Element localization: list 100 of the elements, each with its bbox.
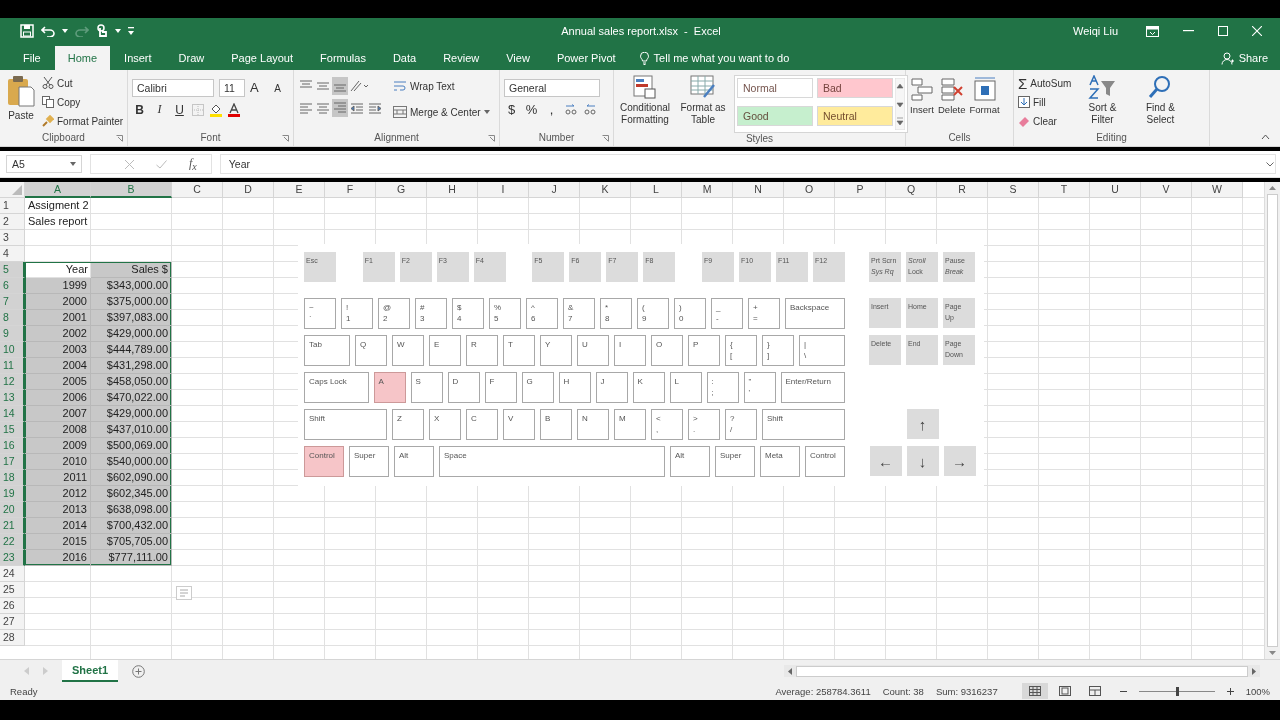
row-header[interactable]: 27: [0, 614, 25, 630]
format-painter-button[interactable]: Format Painter: [42, 112, 124, 130]
paste-button[interactable]: Paste: [4, 73, 38, 124]
column-header[interactable]: G: [376, 182, 427, 198]
row-header[interactable]: 10: [0, 342, 25, 358]
comma-style-button[interactable]: ,: [544, 102, 559, 117]
name-box[interactable]: A5: [6, 155, 82, 173]
merge-center-button[interactable]: Merge & Center: [393, 103, 490, 121]
column-header[interactable]: L: [631, 182, 682, 198]
find-select-button[interactable]: Find & Select: [1133, 73, 1188, 128]
ribbon-tab[interactable]: Draw: [165, 46, 218, 70]
insert-function-button[interactable]: f$_{x}$: [189, 155, 197, 173]
column-header[interactable]: N: [733, 182, 784, 198]
row-header[interactable]: 1: [0, 198, 25, 214]
row-header[interactable]: 3: [0, 230, 25, 246]
row-header[interactable]: 20: [0, 502, 25, 518]
fill-button[interactable]: Fill: [1018, 93, 1072, 111]
cell-style-tile[interactable]: Neutral: [817, 106, 893, 126]
column-header[interactable]: T: [1039, 182, 1090, 198]
column-header[interactable]: M: [682, 182, 733, 198]
tell-me-search[interactable]: Tell me what you want to do: [639, 46, 790, 70]
copy-button[interactable]: Copy: [42, 93, 124, 111]
column-header[interactable]: A: [25, 182, 91, 198]
user-name[interactable]: Weiqi Liu: [1072, 25, 1118, 37]
ribbon-tab[interactable]: Insert: [111, 46, 165, 70]
wrap-text-button[interactable]: Wrap Text: [393, 77, 490, 95]
column-header[interactable]: I: [478, 182, 529, 198]
ribbon-tab[interactable]: Page Layout: [218, 46, 307, 70]
ribbon-tab[interactable]: Formulas: [307, 46, 379, 70]
column-header[interactable]: V: [1141, 182, 1192, 198]
row-header[interactable]: 24: [0, 566, 25, 582]
ribbon-tab[interactable]: View: [493, 46, 543, 70]
row-header[interactable]: 6: [0, 278, 25, 294]
sort-filter-button[interactable]: Sort & Filter: [1075, 73, 1130, 128]
sheet-tab[interactable]: Sheet1: [62, 660, 119, 682]
row-header[interactable]: 2: [0, 214, 25, 230]
column-header[interactable]: U: [1090, 182, 1141, 198]
cells-button[interactable]: Format: [969, 73, 1000, 120]
clear-button[interactable]: Clear: [1018, 112, 1072, 130]
font-size-dropdown[interactable]: 11: [219, 79, 245, 97]
cells-button[interactable]: Delete: [938, 73, 966, 120]
row-header[interactable]: 16: [0, 438, 25, 454]
font-name-dropdown[interactable]: Calibri: [132, 79, 214, 97]
cells-button[interactable]: Insert: [910, 73, 934, 120]
row-header[interactable]: 23: [0, 550, 25, 566]
row-header[interactable]: 28: [0, 630, 25, 646]
formula-input[interactable]: Year: [219, 154, 1276, 174]
bold-button[interactable]: B: [132, 102, 147, 117]
column-header[interactable]: J: [529, 182, 580, 198]
column-header[interactable]: E: [274, 182, 325, 198]
column-header[interactable]: C: [172, 182, 223, 198]
row-header[interactable]: 8: [0, 310, 25, 326]
row-header[interactable]: 19: [0, 486, 25, 502]
row-header[interactable]: 5: [0, 262, 25, 278]
column-header[interactable]: Q: [886, 182, 937, 198]
row-header[interactable]: 13: [0, 390, 25, 406]
column-header[interactable]: P: [835, 182, 886, 198]
percent-button[interactable]: %: [524, 102, 539, 117]
increase-font-size-button[interactable]: A: [250, 80, 265, 96]
row-header[interactable]: 17: [0, 454, 25, 470]
ribbon-tab[interactable]: Data: [379, 46, 430, 70]
column-header[interactable]: F: [325, 182, 376, 198]
row-header[interactable]: 11: [0, 358, 25, 374]
row-header[interactable]: 18: [0, 470, 25, 486]
ribbon-tab[interactable]: Review: [430, 46, 493, 70]
row-header[interactable]: 9: [0, 326, 25, 342]
cell-style-tile[interactable]: Normal: [737, 78, 813, 98]
cell-style-tile[interactable]: Bad: [817, 78, 893, 98]
row-header[interactable]: 21: [0, 518, 25, 534]
number-format-dropdown[interactable]: General: [504, 79, 600, 97]
ribbon-tab[interactable]: File: [10, 46, 54, 70]
conditional-formatting-button[interactable]: Conditional Formatting: [618, 73, 672, 128]
currency-button[interactable]: $: [504, 102, 519, 117]
format-as-table-button[interactable]: Format as Table: [676, 73, 730, 128]
row-header[interactable]: 25: [0, 582, 25, 598]
column-header[interactable]: O: [784, 182, 835, 198]
ribbon-tab[interactable]: Power Pivot: [543, 46, 629, 70]
row-header[interactable]: 22: [0, 534, 25, 550]
italic-button[interactable]: I: [152, 102, 167, 117]
column-header[interactable]: K: [580, 182, 631, 198]
column-header[interactable]: S: [988, 182, 1039, 198]
column-header[interactable]: W: [1192, 182, 1243, 198]
row-header[interactable]: 12: [0, 374, 25, 390]
share-button[interactable]: Share: [1220, 46, 1268, 70]
cut-button[interactable]: Cut: [42, 74, 124, 92]
zoom-level[interactable]: 100%: [1245, 685, 1270, 697]
column-header[interactable]: B: [91, 182, 172, 198]
cell-style-tile[interactable]: Good: [737, 106, 813, 126]
decrease-font-size-button[interactable]: A: [270, 82, 285, 94]
row-header[interactable]: 14: [0, 406, 25, 422]
row-header[interactable]: 7: [0, 294, 25, 310]
column-header[interactable]: H: [427, 182, 478, 198]
ribbon-tab[interactable]: Home: [54, 46, 111, 70]
row-header[interactable]: 4: [0, 246, 25, 262]
underline-button[interactable]: U: [172, 102, 187, 117]
column-header[interactable]: D: [223, 182, 274, 198]
row-header[interactable]: 15: [0, 422, 25, 438]
column-header[interactable]: R: [937, 182, 988, 198]
autosum-button[interactable]: Σ AutoSum: [1018, 74, 1072, 92]
row-header[interactable]: 26: [0, 598, 25, 614]
